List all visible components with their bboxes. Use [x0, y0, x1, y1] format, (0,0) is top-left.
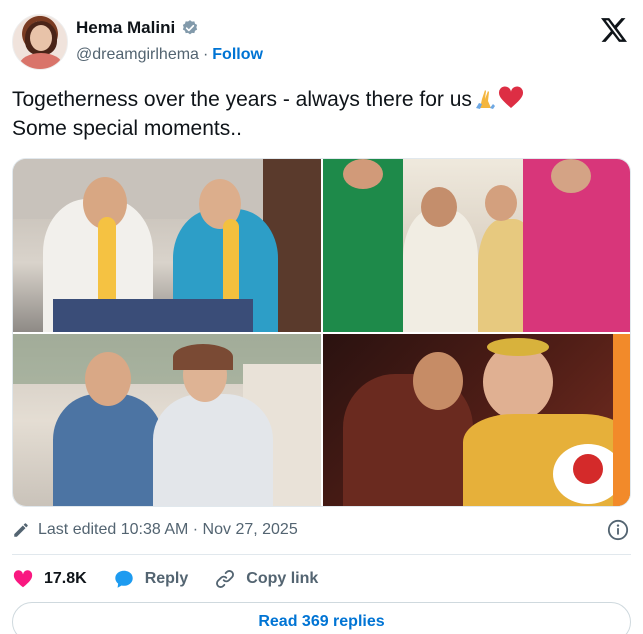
reply-label: Reply: [144, 570, 189, 587]
reply-button[interactable]: Reply: [113, 568, 189, 590]
edit-pencil-icon: [14, 523, 28, 537]
follow-button[interactable]: Follow: [212, 46, 263, 64]
tweet-text: Togetherness over the years - always the…: [12, 85, 622, 143]
red-heart-icon: [498, 86, 523, 108]
photo-dance-performance[interactable]: [323, 334, 630, 506]
avatar-face: [30, 25, 52, 51]
handle-row: @dreamgirlhema · Follow: [76, 46, 263, 64]
handle-separator: ·: [202, 46, 209, 63]
avatar[interactable]: [12, 14, 68, 70]
folded-hands-icon: [475, 90, 495, 109]
reply-bubble-icon: [114, 570, 133, 588]
avatar-body: [19, 53, 63, 69]
like-button[interactable]: 17.8K: [12, 568, 87, 590]
heart-icon: [13, 570, 33, 588]
author-name[interactable]: Hema Malini: [76, 18, 175, 38]
media-grid[interactable]: [12, 158, 631, 507]
divider: [12, 554, 631, 555]
x-logo-icon[interactable]: [601, 18, 627, 42]
tweet-text-line1: Togetherness over the years - always the…: [12, 88, 472, 111]
copy-link-button[interactable]: Copy link: [214, 568, 318, 590]
read-replies-button[interactable]: Read 369 replies: [12, 602, 631, 634]
copy-link-label: Copy link: [246, 570, 319, 587]
info-icon[interactable]: [607, 519, 629, 541]
photo-couple-garlands[interactable]: [13, 159, 321, 332]
actions-bar: 17.8K Reply Copy link: [12, 566, 631, 592]
author-name-row: Hema Malini: [76, 18, 199, 38]
tweet-header: Hema Malini @dreamgirlhema · Follow: [12, 12, 631, 72]
edit-meta-row: Last edited 10:38 AM · Nov 27, 2025: [12, 517, 631, 543]
verified-badge-icon: [183, 20, 198, 35]
last-edited-label[interactable]: Last edited 10:38 AM · Nov 27, 2025: [38, 521, 298, 539]
photo-couple-sofa[interactable]: [13, 334, 321, 506]
tweet-text-line2: Some special moments..: [12, 117, 242, 140]
link-icon: [216, 570, 235, 588]
author-handle[interactable]: @dreamgirlhema: [76, 46, 199, 64]
like-count: 17.8K: [44, 570, 87, 587]
photo-family-group[interactable]: [323, 159, 630, 332]
